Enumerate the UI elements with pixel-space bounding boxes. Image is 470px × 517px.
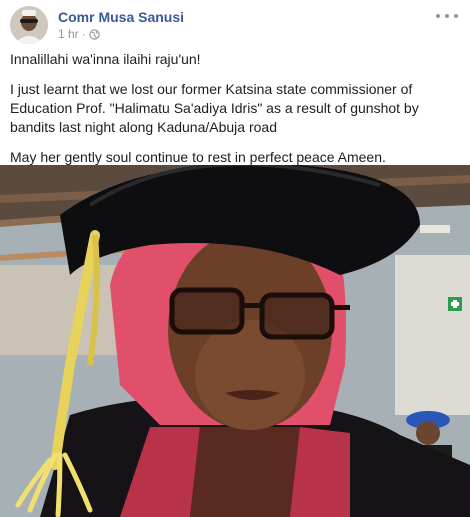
author-avatar[interactable] [10, 6, 48, 44]
post-paragraph: Innalillahi wa'inna ilaihi raju'un! [10, 51, 201, 67]
author-name[interactable]: Comr Musa Sanusi [58, 9, 184, 25]
post-header: Comr Musa Sanusi 1 hr · [0, 0, 470, 46]
globe-icon[interactable] [89, 28, 100, 40]
post-body: Innalillahi wa'inna ilaihi raju'un! I ju… [10, 50, 465, 178]
post-photo[interactable] [0, 165, 470, 517]
post-meta: 1 hr · [58, 27, 100, 41]
more-dot [445, 14, 449, 18]
ellipsis-icon[interactable] [436, 10, 458, 22]
more-dot [436, 14, 440, 18]
post-paragraph: I just learnt that we lost our former Ka… [10, 81, 419, 135]
meta-separator: · [81, 27, 86, 41]
post-time[interactable]: 1 hr [58, 27, 79, 41]
more-dot [454, 14, 458, 18]
